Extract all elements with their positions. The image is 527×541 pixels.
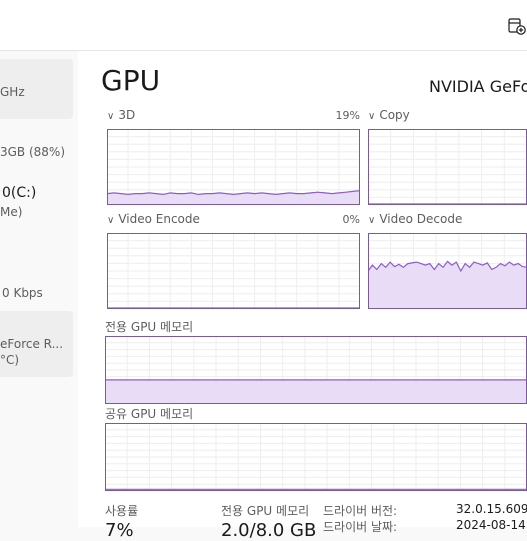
graph-label-video-encode[interactable]: ∨ Video Encode [107, 212, 200, 226]
graph-video-encode [107, 233, 360, 309]
graph-label-text: Copy [379, 108, 410, 122]
graph-video-decode [368, 233, 527, 309]
driver-version-value: 32.0.15.6094 [456, 502, 527, 516]
sidebar-cpu-detail: GHz [0, 85, 25, 99]
driver-version-label: 드라이버 버전: [323, 504, 398, 518]
chevron-down-icon: ∨ [107, 215, 115, 226]
top-bar [0, 0, 527, 51]
new-task-icon[interactable] [507, 16, 527, 36]
graph-shared-memory [105, 423, 527, 491]
graph-label-copy[interactable]: ∨ Copy [368, 108, 410, 122]
chevron-down-icon: ∨ [107, 111, 115, 122]
series-area [368, 261, 527, 309]
sidebar-item-network[interactable]: 0 Kbps [0, 276, 73, 306]
sidebar-disk-detail: Me) [0, 205, 23, 219]
series-area [105, 379, 527, 404]
graph-label-text: Video Decode [379, 212, 463, 226]
graph-copy [368, 129, 527, 205]
dedicated-memory-value: 2.0/8.0 GB [221, 520, 317, 541]
sidebar: GHz 3GB (88%) 0(C:) Me) 0 Kbps eForce R.… [0, 51, 78, 527]
gpu-model-name: NVIDIA GeFor [429, 77, 527, 96]
utilization-value: 7% [105, 520, 134, 541]
sidebar-item-cpu[interactable]: GHz [0, 59, 73, 119]
graph-percent-video-encode: 0% [342, 213, 360, 226]
graph-label-3d[interactable]: ∨ 3D [107, 108, 135, 122]
shared-memory-label: 공유 GPU 메모리 [105, 407, 194, 421]
dedicated-memory-stat-label: 전용 GPU 메모리 [221, 504, 310, 518]
sidebar-memory-detail: 3GB (88%) [0, 145, 66, 159]
driver-date-value: 2024-08-14 [456, 518, 526, 532]
sidebar-item-memory[interactable]: 3GB (88%) [0, 131, 73, 171]
sidebar-gpu-detail: °C) [0, 353, 20, 367]
utilization-label: 사용률 [105, 504, 139, 518]
graph-label-video-decode[interactable]: ∨ Video Decode [368, 212, 462, 226]
sidebar-gpu-name: eForce R... [0, 337, 64, 351]
dedicated-memory-label: 전용 GPU 메모리 [105, 320, 194, 334]
page-title: GPU [101, 64, 161, 97]
graph-label-text: Video Encode [118, 212, 200, 226]
chevron-down-icon: ∨ [368, 215, 376, 226]
sidebar-item-disk[interactable]: 0(C:) Me) [0, 181, 73, 225]
graph-percent-3d: 19% [335, 109, 360, 122]
graph-dedicated-memory [105, 336, 527, 404]
graph-3d [107, 129, 360, 205]
sidebar-network-detail: 0 Kbps [2, 286, 43, 300]
sidebar-item-gpu[interactable]: eForce R... °C) [0, 311, 73, 377]
graph-label-text: 3D [118, 108, 136, 122]
sidebar-disk-name: 0(C:) [2, 185, 37, 201]
chevron-down-icon: ∨ [368, 111, 376, 122]
